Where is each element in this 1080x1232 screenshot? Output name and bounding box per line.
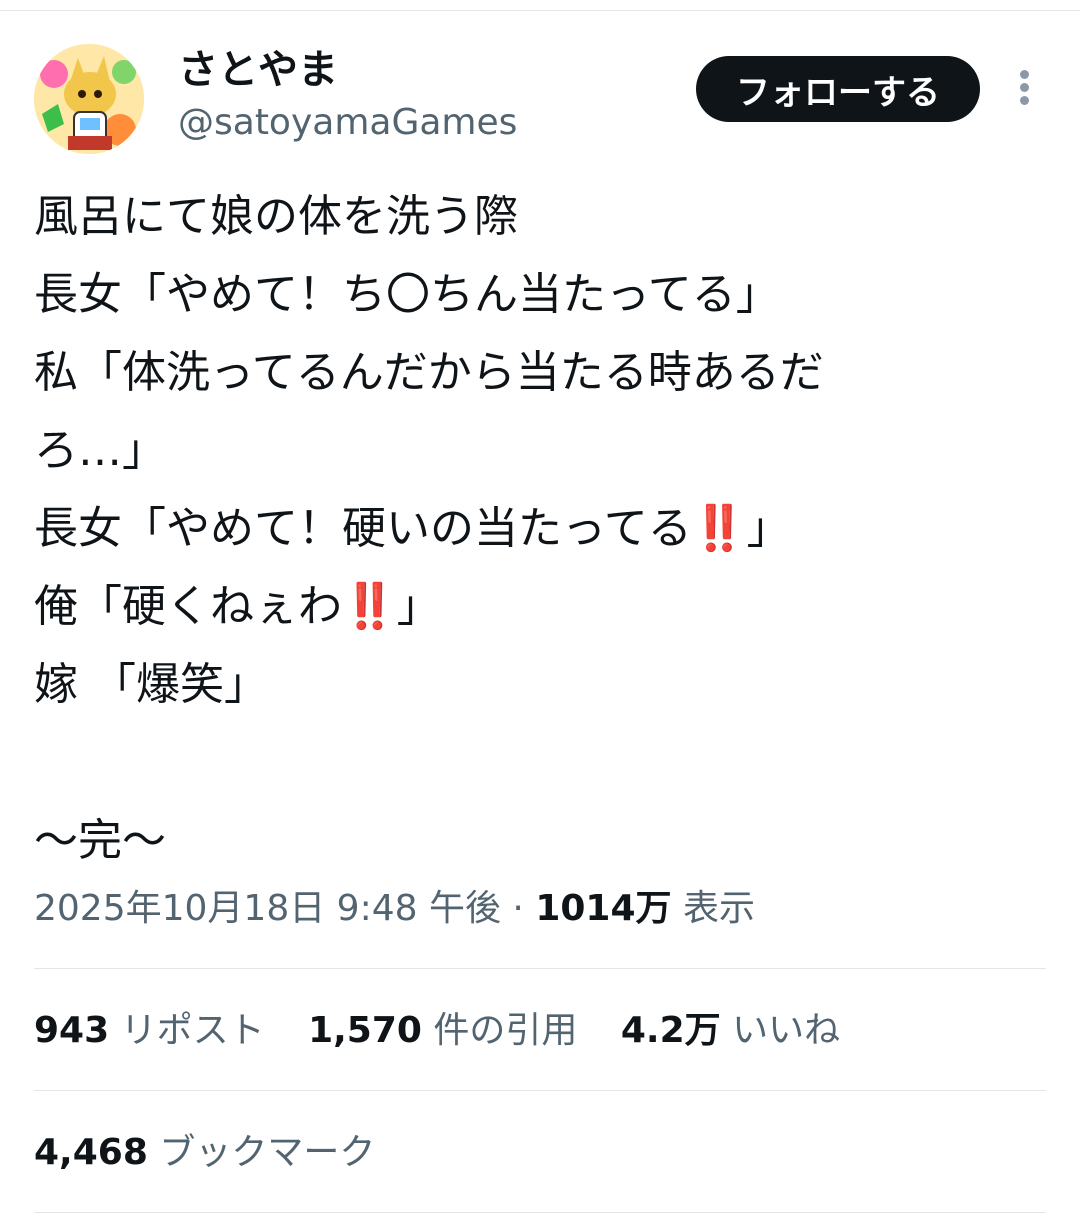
divider xyxy=(34,1090,1046,1091)
divider xyxy=(34,968,1046,969)
reposts-stat[interactable]: 943 リポスト xyxy=(34,1006,265,1056)
tweet-line: 嫁 「爆笑」 xyxy=(34,659,268,710)
quotes-count: 1,570 xyxy=(308,1010,422,1051)
divider xyxy=(34,1212,1046,1213)
quotes-label: 件の引用 xyxy=(433,1010,578,1051)
display-name[interactable]: さとやま xyxy=(178,44,338,96)
likes-count: 4.2万 xyxy=(620,1010,721,1051)
tweet-line: ろ…」 xyxy=(34,425,166,476)
bookmarks-count: 4,468 xyxy=(34,1132,148,1173)
engagement-stats: 943 リポスト 1,570 件の引用 4.2万 いいね xyxy=(34,1006,872,1056)
timestamp[interactable]: 2025年10月18日 9:48 午後 xyxy=(34,888,501,929)
views-label: 表示 xyxy=(682,888,755,929)
likes-label: いいね xyxy=(732,1010,841,1051)
tweet-line: 風呂にて娘の体を洗う際 xyxy=(34,191,518,242)
tweet-line: 俺「硬くねぇわ‼️」 xyxy=(34,581,441,632)
tweet-text: 風呂にて娘の体を洗う際 長女「やめて！ち〇ちん当たってる」 私「体洗ってるんだか… xyxy=(34,178,1044,880)
user-handle[interactable]: @satoyamaGames xyxy=(178,100,517,146)
follow-button[interactable]: フォローする xyxy=(696,56,980,122)
bookmarks-stat[interactable]: 4,468 ブックマーク xyxy=(34,1128,375,1178)
quotes-stat[interactable]: 1,570 件の引用 xyxy=(308,1006,577,1056)
views-count: 1014万 xyxy=(535,888,672,929)
avatar[interactable] xyxy=(34,44,144,154)
more-vertical-icon[interactable] xyxy=(1006,70,1042,110)
reposts-count: 943 xyxy=(34,1010,110,1051)
avatar-image xyxy=(34,44,144,154)
tweet-meta: 2025年10月18日 9:48 午後 · 1014万 表示 xyxy=(34,884,755,934)
tweet-line: 私「体洗ってるんだから当たる時あるだ xyxy=(34,347,824,398)
top-divider xyxy=(0,0,1080,11)
dot xyxy=(1019,83,1029,92)
tweet-line: ～完～ xyxy=(34,815,166,866)
tweet-line: 長女「やめて！硬いの当たってる‼️」 xyxy=(34,503,791,554)
dot xyxy=(1019,96,1029,105)
separator: · xyxy=(512,888,524,929)
dot xyxy=(1019,70,1029,79)
tweet-line: 長女「やめて！ち〇ちん当たってる」 xyxy=(34,269,780,320)
reposts-label: リポスト xyxy=(120,1010,265,1051)
likes-stat[interactable]: 4.2万 いいね xyxy=(621,1006,840,1056)
bookmarks-label: ブックマーク xyxy=(159,1132,376,1173)
